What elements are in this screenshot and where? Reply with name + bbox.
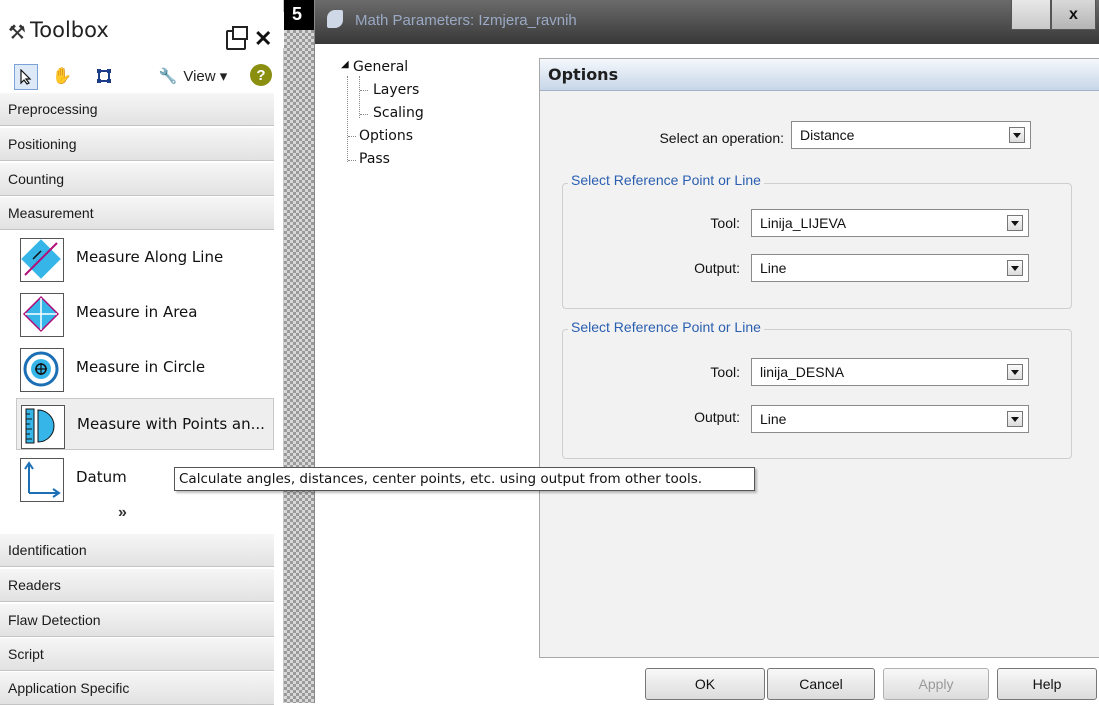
- tree-item-scaling[interactable]: Scaling: [373, 105, 424, 121]
- measure-circle-icon: [20, 348, 64, 392]
- collapse-icon[interactable]: ◢: [341, 59, 349, 70]
- cancel-button[interactable]: Cancel: [767, 668, 875, 700]
- operation-select[interactable]: Distance: [791, 121, 1031, 149]
- output-label-2: Output:: [694, 409, 740, 425]
- category-measurement[interactable]: Measurement: [0, 196, 274, 230]
- toolbox-title: Toolbox: [30, 18, 109, 42]
- category-identification[interactable]: Identification: [0, 533, 274, 567]
- category-application-specific[interactable]: Application Specific: [0, 671, 274, 705]
- crop-icon[interactable]: [92, 64, 116, 88]
- tooltip: Calculate angles, distances, center poin…: [174, 467, 755, 491]
- category-readers[interactable]: Readers: [0, 568, 274, 602]
- chevron-down-icon[interactable]: [1009, 127, 1025, 143]
- math-parameters-dialog: Math Parameters: Izmjera_ravnih x ◢ Gene…: [314, 0, 1099, 703]
- help-button[interactable]: Help: [997, 668, 1097, 700]
- tool-value-2: linija_DESNA: [760, 364, 845, 380]
- view-menu-button[interactable]: 🔧 View ▾: [150, 64, 236, 88]
- tool-label: Measure in Area: [76, 303, 198, 321]
- tool-label: Measure with Points an...: [77, 415, 265, 433]
- datum-icon: [20, 458, 64, 502]
- ok-button[interactable]: OK: [645, 668, 765, 700]
- toolbox-toolbar: ✋ 🔧 View ▾ ?: [0, 60, 284, 92]
- toolbox-icon: ⚒: [8, 22, 26, 44]
- chevron-down-icon[interactable]: [1007, 411, 1023, 427]
- reference-group-2-title: Select Reference Point or Line: [568, 319, 764, 335]
- category-counting[interactable]: Counting: [0, 162, 274, 196]
- tree-item-general[interactable]: General: [353, 59, 408, 75]
- measure-line-icon: [20, 238, 64, 282]
- tree-item-options[interactable]: Options: [359, 128, 413, 144]
- tool-measure-in-area[interactable]: Measure in Area: [16, 287, 274, 339]
- tool-label: Measure Along Line: [76, 248, 224, 266]
- reference-group-1-title: Select Reference Point or Line: [568, 172, 764, 188]
- tool-measure-in-circle[interactable]: Measure in Circle: [16, 342, 274, 394]
- reference-group-2: [562, 329, 1072, 459]
- options-header: Options: [540, 59, 1099, 91]
- minimize-button[interactable]: [1011, 0, 1051, 30]
- dialog-title: Math Parameters: Izmjera_ravnih: [355, 12, 577, 29]
- output-value-2: Line: [760, 411, 787, 427]
- tree-item-pass[interactable]: Pass: [359, 151, 390, 167]
- chevron-down-icon[interactable]: [1007, 215, 1023, 231]
- app-tab-marker: 5: [284, 0, 314, 30]
- measure-points-icon: [21, 405, 65, 449]
- category-positioning[interactable]: Positioning: [0, 127, 274, 161]
- more-tools-button[interactable]: »: [118, 504, 127, 522]
- tool-measure-along-line[interactable]: Measure Along Line: [16, 232, 274, 284]
- pointer-icon[interactable]: [14, 64, 38, 90]
- float-window-icon[interactable]: [226, 26, 248, 50]
- hand-icon[interactable]: ✋: [50, 64, 74, 88]
- output-value-1: Line: [760, 260, 787, 276]
- view-label: View ▾: [183, 68, 228, 85]
- category-preprocessing[interactable]: Preprocessing: [0, 92, 274, 126]
- dialog-app-icon: [327, 10, 343, 28]
- chevron-down-icon[interactable]: [1007, 364, 1023, 380]
- operation-value: Distance: [800, 127, 855, 143]
- tool-label: Measure in Circle: [76, 358, 206, 376]
- output-select-1[interactable]: Line: [751, 254, 1029, 282]
- output-label-1: Output:: [694, 260, 740, 276]
- reference-group-1: [562, 183, 1072, 309]
- category-flaw-detection[interactable]: Flaw Detection: [0, 603, 274, 637]
- wrench-icon: 🔧: [158, 68, 178, 85]
- toolbox-panel: ⚒ Toolbox ✕ ✋ 🔧 View ▾ ? Preprocessing P…: [0, 0, 284, 705]
- tool-value-1: Linija_LIJEVA: [760, 215, 847, 231]
- tool-select-1[interactable]: Linija_LIJEVA: [751, 209, 1029, 237]
- help-icon[interactable]: ?: [250, 64, 272, 86]
- apply-button[interactable]: Apply: [883, 668, 989, 700]
- options-header-title: Options: [548, 65, 619, 84]
- options-panel: Options Select an operation: Distance Se…: [539, 58, 1099, 658]
- toolbox-titlebar: ⚒ Toolbox ✕: [0, 12, 284, 51]
- dialog-titlebar: Math Parameters: Izmjera_ravnih x: [315, 0, 1099, 44]
- chevron-down-icon[interactable]: [1007, 260, 1023, 276]
- dialog-close-button[interactable]: x: [1051, 0, 1096, 30]
- category-script[interactable]: Script: [0, 637, 274, 671]
- output-select-2[interactable]: Line: [751, 405, 1029, 433]
- operation-label: Select an operation:: [659, 130, 784, 146]
- tool-label: Datum: [76, 468, 127, 486]
- tree-item-layers[interactable]: Layers: [373, 82, 419, 98]
- tool-label-1: Tool:: [710, 215, 740, 231]
- toolbox-close-icon[interactable]: ✕: [254, 26, 272, 52]
- tool-label-2: Tool:: [710, 364, 740, 380]
- measure-area-icon: [20, 293, 64, 337]
- tool-measure-with-points[interactable]: Measure with Points an...: [16, 398, 274, 450]
- workspace-background: [284, 0, 314, 703]
- tool-select-2[interactable]: linija_DESNA: [751, 358, 1029, 386]
